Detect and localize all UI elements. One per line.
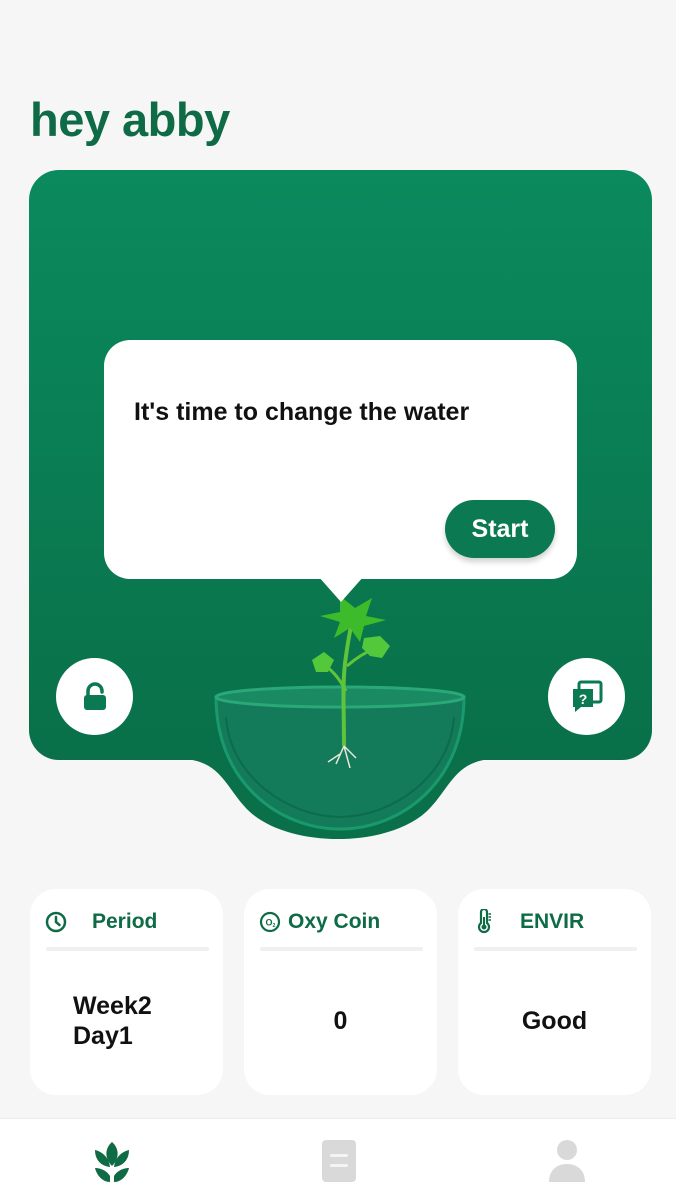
card-divider bbox=[474, 947, 637, 951]
bottom-nav bbox=[0, 1118, 676, 1200]
message-bubble: It's time to change the water Start bbox=[104, 340, 577, 579]
oxygen-coin-icon: O 2 bbox=[259, 911, 281, 933]
home-screen: hey abby It's time to change the water S… bbox=[0, 0, 676, 1200]
nav-home-tab[interactable] bbox=[82, 1131, 142, 1191]
lock-icon bbox=[83, 681, 106, 710]
nav-profile-tab[interactable] bbox=[537, 1131, 597, 1191]
card-divider bbox=[260, 947, 423, 951]
oxy-coin-card[interactable]: O 2 Oxy Coin 0 bbox=[244, 889, 437, 1095]
period-value: Week2 Day1 bbox=[30, 967, 223, 1075]
thermometer-icon bbox=[477, 909, 491, 934]
oxy-coin-value: 0 bbox=[244, 967, 437, 1075]
environment-title: ENVIR bbox=[520, 910, 585, 933]
plant-sprout bbox=[312, 596, 390, 769]
svg-text:O: O bbox=[265, 918, 272, 928]
environment-card[interactable]: ENVIR Good bbox=[458, 889, 651, 1095]
oxy-coin-card-header: O 2 Oxy Coin bbox=[258, 907, 380, 937]
lock-button[interactable] bbox=[56, 658, 133, 735]
period-card-header: Period bbox=[44, 907, 157, 937]
help-chat-icon: ? bbox=[572, 680, 602, 712]
plant-home-icon bbox=[95, 1142, 129, 1182]
nav-notes-tab[interactable] bbox=[309, 1131, 369, 1191]
start-button[interactable]: Start bbox=[445, 500, 555, 558]
card-divider bbox=[46, 947, 209, 951]
greeting-title: hey abby bbox=[30, 93, 230, 146]
environment-value-text: Good bbox=[521, 1006, 588, 1035]
bubble-tail bbox=[318, 576, 364, 602]
profile-icon bbox=[549, 1140, 585, 1182]
oxy-coin-value-text: 0 bbox=[333, 1006, 348, 1035]
svg-text:?: ? bbox=[578, 691, 587, 707]
environment-value: Good bbox=[458, 967, 651, 1075]
period-value-text: Week2 Day1 bbox=[73, 992, 152, 1050]
clock-icon bbox=[45, 911, 67, 933]
svg-text:2: 2 bbox=[273, 923, 276, 929]
period-title: Period bbox=[92, 910, 158, 933]
notes-icon bbox=[322, 1140, 356, 1182]
period-card[interactable]: Period Week2 Day1 bbox=[30, 889, 223, 1095]
message-text: It's time to change the water bbox=[134, 398, 470, 426]
help-button[interactable]: ? bbox=[548, 658, 625, 735]
oxy-coin-title: Oxy Coin bbox=[288, 910, 381, 933]
environment-card-header: ENVIR bbox=[472, 907, 584, 937]
